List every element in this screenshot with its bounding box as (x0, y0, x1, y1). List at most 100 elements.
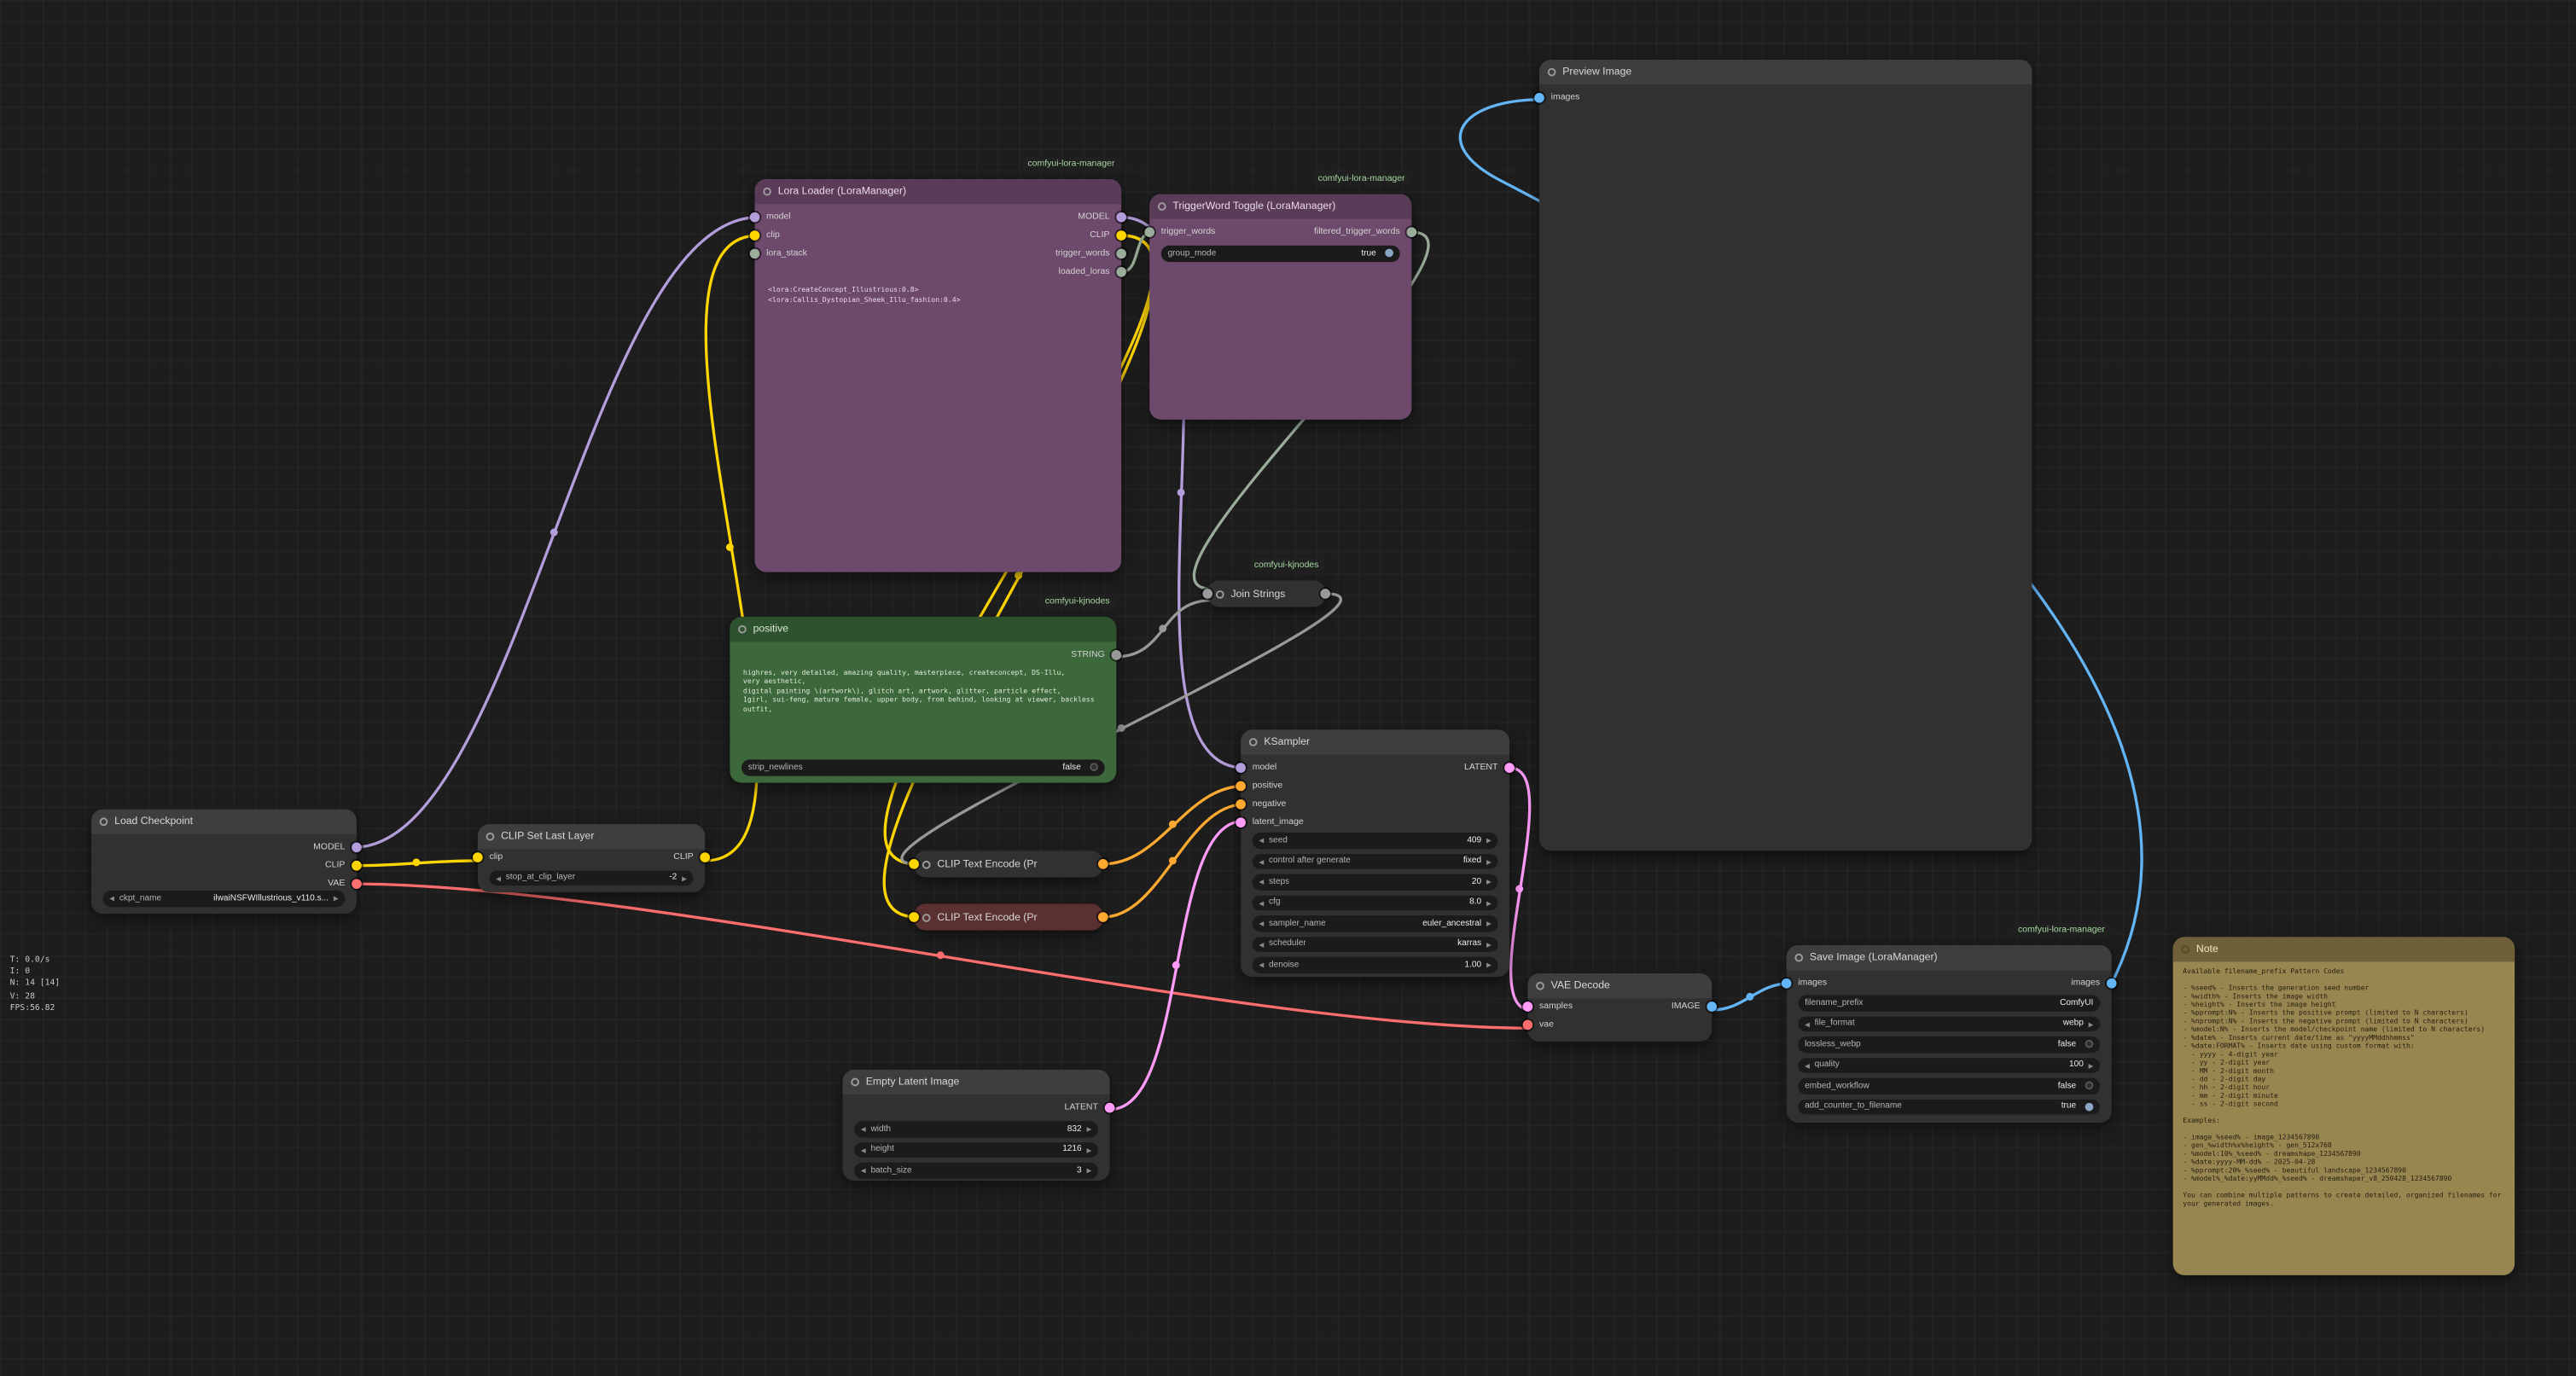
decrement-icon[interactable]: ◀ (861, 1166, 866, 1175)
node-note[interactable]: Note Available filename_prefix Pattern C… (2173, 937, 2515, 1275)
collapse-icon[interactable] (1548, 68, 1556, 77)
model-input-port[interactable] (1236, 763, 1246, 773)
decrement-icon[interactable]: ◀ (496, 874, 501, 882)
widget-cfg[interactable]: ◀ cfg 8.0 ▶ (1253, 895, 1498, 911)
loras-text-area[interactable]: <lora:CreateConcept_Illustrious:0.8> <lo… (768, 285, 1108, 550)
increment-icon[interactable]: ▶ (1486, 898, 1492, 907)
node-triggerword-toggle[interactable]: TriggerWord Toggle (LoraManager) trigger… (1149, 194, 1411, 419)
negative-input-port[interactable] (1236, 799, 1246, 810)
node-title-bar[interactable]: Preview Image (1539, 60, 2032, 84)
prev-value-icon[interactable]: ◀ (109, 894, 114, 903)
decrement-icon[interactable]: ◀ (1805, 1061, 1810, 1070)
collapse-icon[interactable] (486, 833, 495, 841)
collapse-icon[interactable] (851, 1078, 859, 1087)
node-graph-canvas[interactable]: T: 0.0/s I: 0 N: 14 [14] V: 28 FPS:56.82… (0, 0, 2576, 1376)
node-clip-text-encode-positive[interactable]: CLIP Text Encode (Pr (914, 851, 1103, 877)
node-ksampler[interactable]: KSampler model positive negative latent_… (1241, 729, 1509, 977)
decrement-icon[interactable]: ◀ (1259, 961, 1264, 969)
widget-file-format[interactable]: ◀ file_format webp ▶ (1798, 1016, 2100, 1032)
images-input-port[interactable] (1781, 978, 1791, 989)
node-empty-latent-image[interactable]: Empty Latent Image LATENT ◀ width 832 ▶ … (843, 1070, 1110, 1181)
images-input-port[interactable] (1534, 93, 1544, 103)
increment-icon[interactable]: ▶ (1486, 878, 1492, 886)
widget-add-counter-to-filename[interactable]: add_counter_to_filename true (1798, 1099, 2100, 1115)
node-title-bar[interactable]: CLIP Set Last Layer (478, 824, 705, 849)
widget-scheduler[interactable]: ◀ scheduler karras ▶ (1253, 936, 1498, 952)
toggle-on-icon[interactable] (1384, 249, 1393, 258)
node-title-bar[interactable]: Join Strings (1207, 580, 1325, 607)
collapse-icon[interactable] (100, 817, 108, 826)
decrement-icon[interactable]: ◀ (1259, 878, 1264, 886)
widget-control-after-generate[interactable]: ◀ control after generate fixed ▶ (1253, 853, 1498, 869)
toggle-on-icon[interactable] (2085, 1102, 2093, 1111)
collapse-icon[interactable] (2181, 945, 2189, 954)
trigger-words-input-port[interactable] (1144, 227, 1154, 237)
widget-steps[interactable]: ◀ steps 20 ▶ (1253, 874, 1498, 890)
increment-icon[interactable]: ▶ (1086, 1166, 1091, 1175)
node-title-bar[interactable]: positive (730, 617, 1116, 642)
toggle-off-icon[interactable] (2085, 1082, 2093, 1090)
widget-ckpt-name[interactable]: ◀ ckpt_name ilwaiNSFWIllustrious_v110.s.… (103, 891, 346, 907)
decrement-icon[interactable]: ◀ (861, 1125, 866, 1134)
node-title-bar[interactable]: KSampler (1241, 729, 1509, 754)
widget-width[interactable]: ◀ width 832 ▶ (854, 1121, 1098, 1137)
widget-strip-newlines[interactable]: strip_newlines false (741, 759, 1105, 775)
widget-height[interactable]: ◀ height 1216 ▶ (854, 1141, 1098, 1158)
widget-seed[interactable]: ◀ seed 409 ▶ (1253, 833, 1498, 849)
widget-quality[interactable]: ◀ quality 100 ▶ (1798, 1057, 2100, 1073)
latent-image-input-port[interactable] (1236, 817, 1246, 827)
node-title-bar[interactable]: Empty Latent Image (843, 1070, 1110, 1094)
prev-value-icon[interactable]: ◀ (1259, 940, 1264, 949)
increment-icon[interactable]: ▶ (1086, 1146, 1091, 1154)
node-clip-set-last-layer[interactable]: CLIP Set Last Layer clip CLIP ◀ stop_at_… (478, 824, 705, 892)
collapse-icon[interactable] (1216, 589, 1224, 598)
increment-icon[interactable]: ▶ (2089, 1061, 2094, 1070)
next-value-icon[interactable]: ▶ (1486, 940, 1492, 949)
increment-icon[interactable]: ▶ (1486, 836, 1492, 845)
collapse-icon[interactable] (922, 913, 931, 921)
clip-input-port[interactable] (473, 852, 483, 862)
widget-batch-size[interactable]: ◀ batch_size 3 ▶ (854, 1163, 1098, 1179)
widget-denoise[interactable]: ◀ denoise 1.00 ▶ (1253, 957, 1498, 973)
widget-filename-prefix[interactable]: filename_prefix ComfyUI (1798, 995, 2100, 1011)
collapse-icon[interactable] (1536, 982, 1544, 990)
widget-group-mode[interactable]: group_mode true (1161, 246, 1400, 262)
node-title-bar[interactable]: CLIP Text Encode (Pr (914, 851, 1103, 877)
node-title-bar[interactable]: Note (2173, 937, 2515, 961)
collapse-icon[interactable] (763, 188, 771, 196)
node-load-checkpoint[interactable]: Load Checkpoint MODEL CLIP VAE ◀ ckpt_na… (91, 810, 357, 914)
node-clip-text-encode-negative[interactable]: CLIP Text Encode (Pr (914, 903, 1103, 930)
node-lora-loader[interactable]: Lora Loader (LoraManager) model clip lor… (755, 179, 1122, 572)
collapse-icon[interactable] (1158, 202, 1166, 211)
prev-value-icon[interactable]: ◀ (1805, 1019, 1810, 1028)
decrement-icon[interactable]: ◀ (1259, 898, 1264, 907)
next-value-icon[interactable]: ▶ (1486, 920, 1492, 928)
prev-value-icon[interactable]: ◀ (1259, 920, 1264, 928)
decrement-icon[interactable]: ◀ (861, 1146, 866, 1154)
lora-stack-input-port[interactable] (749, 249, 759, 259)
clip-input-port[interactable] (749, 230, 759, 241)
increment-icon[interactable]: ▶ (682, 874, 687, 882)
samples-input-port[interactable] (1522, 1002, 1532, 1012)
node-title-bar[interactable]: CLIP Text Encode (Pr (914, 903, 1103, 930)
next-value-icon[interactable]: ▶ (2089, 1019, 2094, 1028)
toggle-off-icon[interactable] (2085, 1040, 2093, 1048)
toggle-off-icon[interactable] (1089, 763, 1097, 771)
node-title-bar[interactable]: VAE Decode (1527, 973, 1712, 998)
node-title-bar[interactable]: Load Checkpoint (91, 810, 357, 834)
node-join-strings[interactable]: Join Strings (1207, 580, 1325, 607)
widget-embed-workflow[interactable]: embed_workflow false (1798, 1078, 2100, 1094)
widget-lossless-webp[interactable]: lossless_webp false (1798, 1036, 2100, 1053)
node-positive-prompt[interactable]: positive STRING highres, very detailed, … (730, 617, 1116, 782)
collapse-icon[interactable] (738, 625, 747, 634)
node-save-image[interactable]: Save Image (LoraManager) images images f… (1787, 945, 2112, 1123)
next-value-icon[interactable]: ▶ (1486, 857, 1492, 866)
prompt-text-area[interactable]: highres, very detailed, amazing quality,… (743, 668, 1103, 751)
node-title-bar[interactable]: Save Image (LoraManager) (1787, 945, 2112, 970)
node-title-bar[interactable]: Lora Loader (LoraManager) (755, 179, 1122, 204)
node-title-bar[interactable]: TriggerWord Toggle (LoraManager) (1149, 194, 1411, 218)
vae-input-port[interactable] (1522, 1020, 1532, 1031)
collapse-icon[interactable] (922, 860, 931, 868)
node-preview-image[interactable]: Preview Image images (1539, 60, 2032, 851)
positive-input-port[interactable] (1236, 781, 1246, 792)
